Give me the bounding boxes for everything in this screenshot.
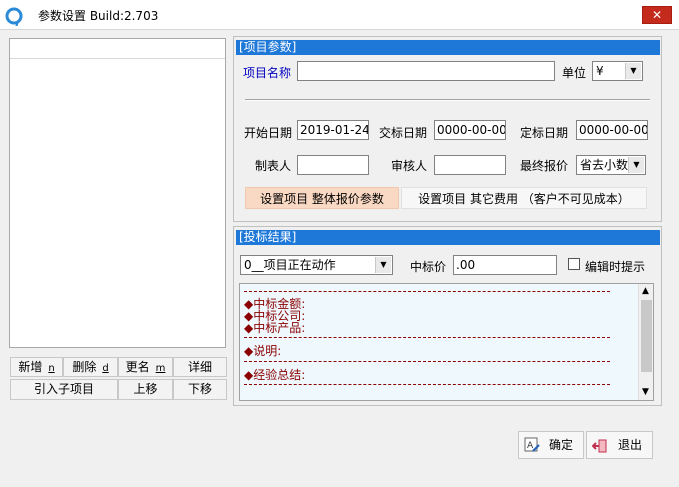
winning-price-label: 中标价 [410,260,447,274]
chevron-down-icon[interactable]: ▼ [628,157,644,173]
reviewer-input[interactable] [434,155,506,175]
dashed-line [244,384,610,385]
start-date-input[interactable]: 2019-01-24 [297,120,369,140]
preparer-input[interactable] [297,155,369,175]
reviewer-label: 审核人 [391,159,428,173]
ok-label: 确定 [549,438,574,452]
rename-button[interactable]: 更名 m [118,357,173,377]
award-date-label: 定标日期 [520,126,569,140]
project-name-label: 项目名称 [243,66,292,80]
submit-date-input[interactable]: 0000-00-00 [434,120,506,140]
project-name-input[interactable] [297,61,555,81]
memo-line: ◆经验总结: [244,368,306,382]
add-shortcut: n [48,363,55,374]
move-down-button[interactable]: 下移 [173,379,227,400]
title-bar: 参数设置 Build:2.703 ✕ [0,0,679,30]
import-sub-button[interactable]: 引入子项目 [10,379,118,400]
memo-line: ◆中标产品: [244,321,306,335]
status-select[interactable]: 0__项目正在动作 ▼ [240,255,393,275]
move-up-button[interactable]: 上移 [118,379,173,400]
tree-header [10,39,225,59]
delete-shortcut: d [102,363,109,374]
chevron-down-icon[interactable]: ▼ [625,63,641,79]
final-quote-value: 省去小数 [580,158,629,172]
delete-button[interactable]: 删除 d [63,357,118,377]
project-tree[interactable] [9,38,226,348]
add-button[interactable]: 新增 n [10,357,63,377]
tab-overall-quote[interactable]: 设置项目 整体报价参数 [245,187,399,209]
add-label: 新增 [18,360,43,374]
tab-other-costs[interactable]: 设置项目 其它费用 （客户不可见成本） [401,187,647,209]
rename-shortcut: m [155,363,166,374]
bid-result-header: [投标结果] [236,230,660,245]
delete-label: 删除 [72,360,97,374]
award-date-input[interactable]: 0000-00-00 [576,120,648,140]
ok-button[interactable]: A 确定 [518,431,584,459]
edit-prompt-checkbox[interactable] [568,258,580,270]
submit-date-label: 交标日期 [379,126,428,140]
exit-button[interactable]: 退出 [586,431,653,459]
dashed-line [244,361,610,362]
svg-text:A: A [527,441,534,451]
preparer-label: 制表人 [255,159,292,173]
dashed-line [244,291,610,292]
dashed-line [244,337,610,338]
close-button[interactable]: ✕ [642,6,672,24]
detail-button[interactable]: 详细 [173,357,227,377]
exit-door-icon [592,439,607,453]
chevron-down-icon[interactable]: ▼ [375,257,391,273]
status-value: 0__项目正在动作 [244,258,336,272]
unit-label: 单位 [562,66,587,80]
unit-value: ¥ [596,64,604,78]
final-quote-label: 最终报价 [520,159,569,173]
rename-label: 更名 [125,360,150,374]
edit-prompt-label: 编辑时提示 [585,260,646,274]
winning-price-input[interactable]: .00 [453,255,557,275]
result-notes-memo[interactable]: ◆中标金额: ◆中标公司: ◆中标产品: ◆说明: ◆经验总结: ▲ ▼ [239,283,654,401]
memo-scrollbar[interactable]: ▲ ▼ [638,284,653,400]
start-date-label: 开始日期 [244,126,293,140]
app-icon [5,7,23,26]
unit-select[interactable]: ¥ ▼ [592,61,643,81]
scroll-down-icon[interactable]: ▼ [642,387,649,397]
edit-confirm-icon: A [524,437,540,452]
exit-label: 退出 [618,438,643,452]
final-quote-select[interactable]: 省去小数 ▼ [576,155,646,175]
scroll-thumb[interactable] [641,300,652,372]
scroll-up-icon[interactable]: ▲ [642,286,649,296]
memo-line: ◆说明: [244,344,282,358]
window-title: 参数设置 Build:2.703 [38,9,159,23]
project-params-header: [项目参数] [236,40,660,55]
divider [245,99,650,101]
